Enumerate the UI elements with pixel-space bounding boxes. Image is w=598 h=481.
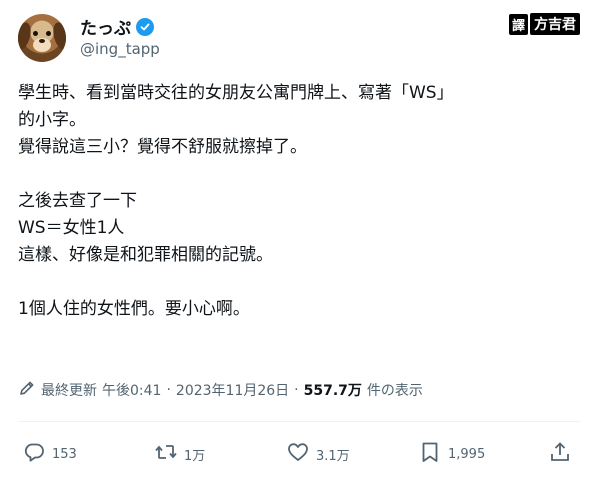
- tweet-line: WS＝女性1人: [18, 218, 125, 238]
- meta-separator: ·: [166, 382, 171, 398]
- edit-pencil-icon[interactable]: [18, 379, 36, 401]
- avatar-ear-left: [18, 20, 34, 52]
- tweet-date[interactable]: 2023年11月26日: [176, 380, 289, 400]
- tweet-line: [18, 161, 578, 188]
- edited-label[interactable]: 最終更新: [41, 380, 97, 400]
- bookmark-icon: [418, 440, 442, 468]
- avatar[interactable]: [18, 14, 66, 62]
- action-bar: 153 1万 3.1万 1,995: [22, 440, 578, 466]
- tweet-line: 之後去查了一下: [18, 191, 137, 211]
- tweet-line: 覺得說這三小？覺得不舒服就擦掉了。: [18, 137, 307, 157]
- tweet-line: 學生時、看到當時交往的女朋友公寓門牌上、寫著「WS」: [18, 83, 454, 103]
- views-label: 件の表示: [366, 383, 423, 399]
- verified-badge-icon: [136, 17, 154, 36]
- meta-separator: ·: [294, 382, 299, 398]
- translator-watermark: 譯 方吉君: [508, 13, 580, 35]
- views-count: 557.7万: [303, 383, 362, 399]
- watermark-name: 方吉君: [530, 13, 580, 35]
- tweet-line: 1個人住的女性們。要小心啊。: [18, 299, 250, 319]
- divider: [18, 421, 580, 422]
- tweet-header: たっぷ @ing_tapp: [18, 12, 580, 64]
- share-icon: [548, 440, 572, 468]
- heart-icon: [286, 440, 310, 468]
- user-handle[interactable]: @ing_tapp: [80, 40, 160, 58]
- tweet-time[interactable]: 午後0:41: [102, 380, 161, 400]
- retweet-icon: [154, 440, 178, 468]
- share-button[interactable]: [548, 440, 572, 468]
- tweet-line: 這樣、好像是和犯罪相關的記號。: [18, 245, 273, 265]
- avatar-nose: [39, 39, 45, 43]
- avatar-eye-left: [33, 31, 38, 36]
- tweet-text: 學生時、看到當時交往的女朋友公寓門牌上、寫著「WS」 的小字。 覺得說這三小？覺…: [18, 80, 578, 323]
- avatar-eye-right: [46, 31, 51, 36]
- retweet-count: 1万: [184, 448, 206, 464]
- display-name[interactable]: たっぷ: [80, 14, 131, 39]
- like-button[interactable]: 3.1万: [286, 440, 350, 468]
- reply-button[interactable]: 153: [22, 440, 77, 468]
- avatar-ear-right: [50, 20, 66, 52]
- retweet-button[interactable]: 1万: [154, 440, 205, 468]
- tweet-line: 的小字。: [18, 110, 86, 130]
- bookmark-count: 1,995: [448, 446, 486, 462]
- like-count: 3.1万: [316, 448, 350, 464]
- reply-icon: [22, 440, 46, 468]
- name-row: たっぷ: [80, 14, 154, 39]
- tweet-line: [18, 269, 578, 296]
- reply-count: 153: [52, 446, 77, 462]
- bookmark-button[interactable]: 1,995: [418, 440, 485, 468]
- watermark-label: 譯: [508, 13, 528, 35]
- tweet-meta: 最終更新 午後0:41 · 2023年11月26日 · 557.7万 件の表示: [18, 379, 423, 401]
